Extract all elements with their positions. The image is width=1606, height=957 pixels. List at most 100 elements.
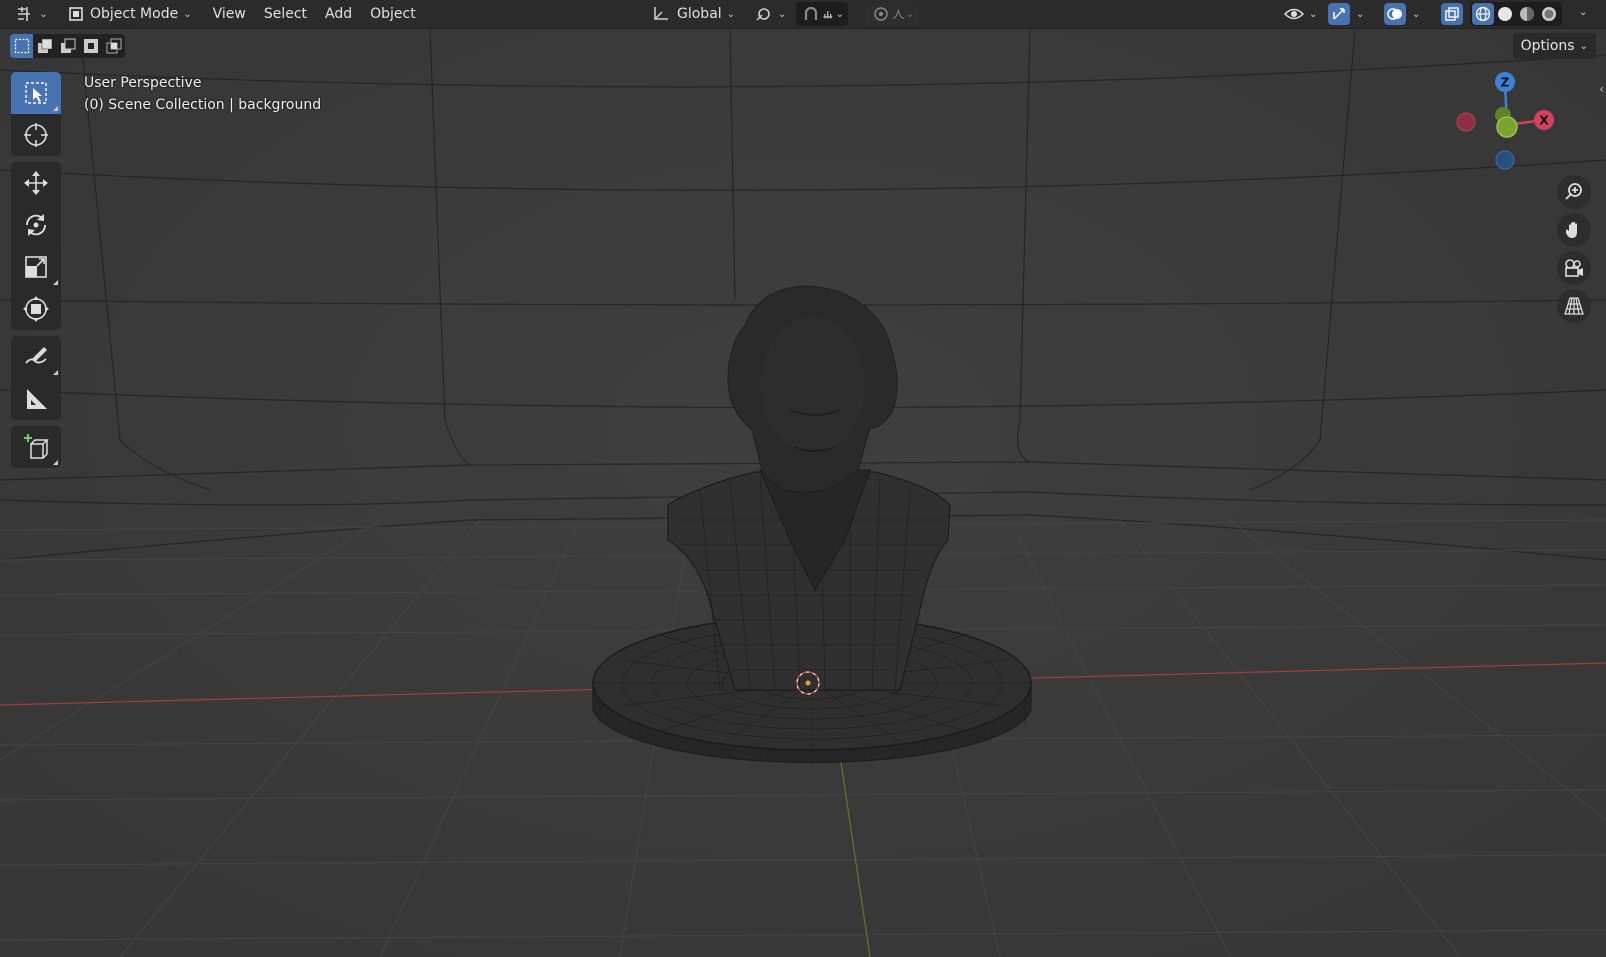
zoom-button[interactable] [1557, 175, 1591, 209]
snap-increment-icon [823, 11, 833, 19]
add-tools-group [11, 426, 61, 468]
scale-icon [25, 256, 47, 278]
transform-icon [23, 296, 49, 322]
view-name: User Perspective [84, 75, 202, 91]
object-mode-icon [69, 7, 83, 21]
select-invert-icon [83, 39, 98, 53]
select-mode-extend-button[interactable] [33, 34, 56, 58]
pivot-point-dropdown[interactable]: ⌄ [752, 3, 789, 25]
annotate-pencil-icon [25, 347, 47, 364]
transform-orientation-icon [654, 7, 668, 20]
shading-solid-button[interactable] [1494, 3, 1516, 25]
xray-icon [1445, 7, 1459, 21]
sidebar-toggle-chevron[interactable]: ‹ [1599, 82, 1604, 96]
chevron-down-icon: ⌄ [778, 8, 787, 20]
perspective-toggle-button[interactable] [1557, 289, 1591, 323]
axis-gizmo-svg[interactable]: Z X [1455, 70, 1565, 180]
mode-dropdown[interactable]: Object Mode ⌄ [62, 3, 198, 25]
neg-z-axis-ball[interactable] [1495, 150, 1515, 170]
x-axis-label: X [1539, 114, 1549, 128]
tool-transform[interactable] [11, 288, 61, 330]
tool-annotate[interactable] [11, 336, 61, 378]
viewport-canvas[interactable] [0, 0, 1606, 957]
select-tools-group [11, 72, 61, 156]
tool-variants-corner [53, 106, 58, 111]
z-axis-label: Z [1501, 76, 1510, 90]
chevron-down-icon: ⌄ [905, 8, 914, 20]
show-gizmo-toggle[interactable] [1328, 3, 1350, 25]
viewport-info-overlay: User Perspective (0) Scene Collection | … [84, 72, 321, 116]
proportional-edit-icon [874, 7, 888, 21]
tool-measure[interactable] [11, 378, 61, 420]
proportional-falloff-dropdown[interactable]: ⌄ [892, 3, 914, 25]
chevron-down-icon: ⌄ [1309, 8, 1318, 20]
select-mode-invert-button[interactable] [79, 34, 102, 58]
menu-add[interactable]: Add [316, 3, 361, 25]
select-subtract-icon [60, 38, 75, 53]
tool-rotate[interactable] [11, 204, 61, 246]
select-box-icon [25, 82, 47, 104]
shading-rendered-button[interactable] [1538, 3, 1560, 25]
options-dropdown[interactable]: Options ⌄ [1512, 33, 1596, 59]
menu-object[interactable]: Object [361, 3, 425, 25]
tool-variants-corner [53, 280, 58, 285]
shading-options-chevron[interactable]: ⌄ [1579, 7, 1587, 18]
orientation-dropdown[interactable]: Global ⌄ [646, 3, 741, 25]
select-mode-intersect-button[interactable] [102, 34, 125, 58]
falloff-curve-icon [892, 8, 904, 19]
mode-label: Object Mode [90, 6, 179, 22]
chevron-down-icon: ⌄ [1412, 8, 1421, 20]
shading-mode-group [1470, 2, 1562, 26]
chevron-down-icon: ⌄ [1579, 40, 1588, 52]
xray-toggle[interactable] [1441, 3, 1463, 25]
pan-button[interactable] [1557, 213, 1591, 247]
overlays-toggle-group: ⌄ [1384, 3, 1420, 25]
measure-ruler-icon [27, 389, 47, 409]
chevron-down-icon: ⌄ [183, 8, 192, 20]
shading-material-button[interactable] [1516, 3, 1538, 25]
select-set-icon [14, 38, 29, 54]
tool-variants-corner [53, 460, 58, 465]
select-mode-set-button[interactable] [10, 34, 33, 58]
shading-wireframe-button[interactable] [1472, 3, 1494, 25]
solid-sphere-icon [1498, 7, 1512, 21]
magnet-icon [804, 6, 818, 20]
xray-button[interactable] [1441, 3, 1463, 25]
select-extend-icon [37, 38, 52, 53]
visibility-dropdown[interactable]: ⌄ [1284, 3, 1317, 25]
snap-toggle[interactable] [800, 3, 822, 25]
navigation-gizmo[interactable]: Z X [1455, 70, 1565, 180]
proportional-edit-toggle[interactable] [870, 3, 892, 25]
select-intersect-icon [106, 38, 121, 54]
chevron-down-icon: ⌄ [835, 8, 844, 20]
transform-tools-group [11, 162, 61, 330]
orientation-label: Global [677, 6, 722, 22]
tool-add-cube[interactable] [11, 426, 61, 468]
camera-icon [1565, 259, 1583, 277]
overlays-icon [1387, 8, 1402, 20]
camera-view-button[interactable] [1557, 251, 1591, 285]
show-overlays-toggle[interactable] [1384, 3, 1406, 25]
select-mode-subtract-button[interactable] [56, 34, 79, 58]
chevron-down-icon: ⌄ [1356, 8, 1365, 20]
editor-type-dropdown[interactable]: ⌄ [14, 3, 50, 25]
3d-viewport[interactable] [0, 0, 1606, 957]
hand-icon [1566, 221, 1577, 238]
menu-view[interactable]: View [204, 3, 255, 25]
tool-cursor[interactable] [11, 114, 61, 156]
perspective-grid-icon [1564, 297, 1584, 315]
tool-move[interactable] [11, 162, 61, 204]
neg-x-axis-ball[interactable] [1456, 112, 1476, 132]
cursor-icon [24, 123, 48, 147]
gizmo-icon [1333, 8, 1345, 20]
header-menus: View Select Add Object [204, 3, 425, 25]
y-axis-ball[interactable] [1496, 116, 1518, 138]
eye-icon [1284, 8, 1304, 20]
chevron-down-icon: ⌄ [726, 8, 736, 20]
tool-scale[interactable] [11, 246, 61, 288]
add-cube-icon [24, 434, 49, 459]
menu-select[interactable]: Select [255, 3, 316, 25]
tool-select-box[interactable] [11, 72, 61, 114]
snap-target-dropdown[interactable]: ⌄ [822, 3, 844, 25]
move-icon [24, 171, 48, 195]
